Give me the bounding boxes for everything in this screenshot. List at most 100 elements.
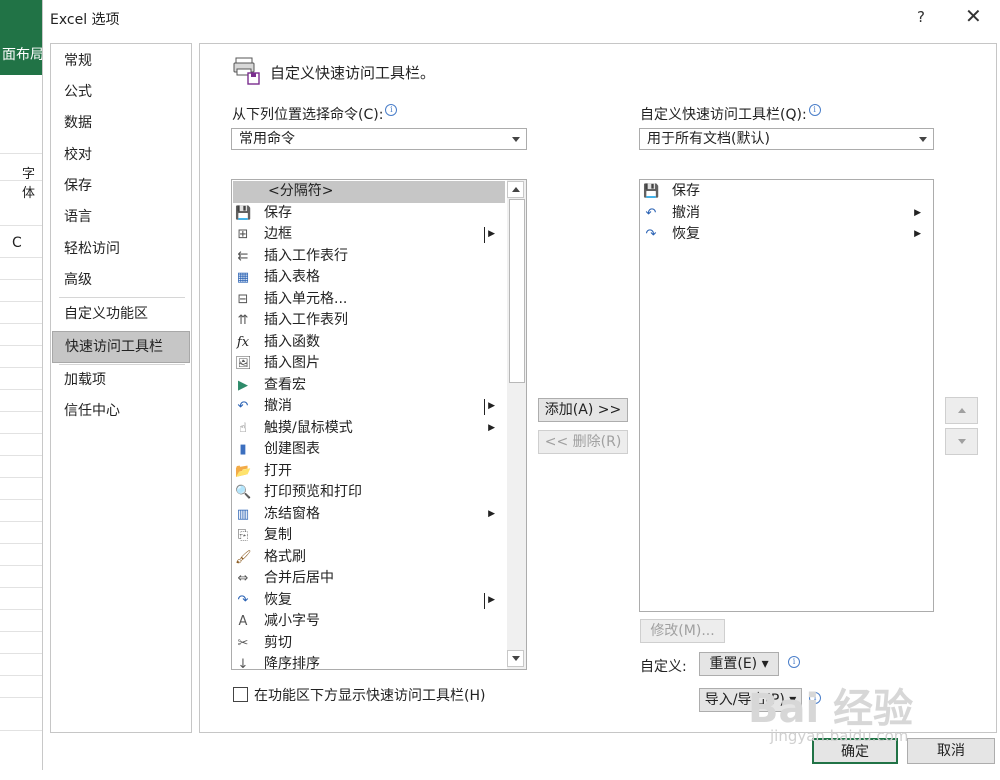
command-item[interactable]: ⊟ 插入单元格... <box>233 289 505 311</box>
command-item[interactable]: 🔍 打印预览和打印 <box>233 482 505 504</box>
commands-list-scrollbar[interactable] <box>507 180 526 669</box>
insert-table-icon: ▦ <box>236 270 250 285</box>
save-icon: 💾 <box>643 184 660 199</box>
move-up-button[interactable] <box>945 397 978 424</box>
command-item-label: 打印预览和打印 <box>264 484 362 500</box>
submenu-arrow-icon: ▶ <box>914 229 921 239</box>
qat-item[interactable]: ↶ 撤消 ▶ <box>641 203 931 225</box>
qat-item[interactable]: 💾 保存 <box>641 181 931 203</box>
qat-commands-list[interactable]: 💾 保存 ↶ 撤消 ▶ ↷ 恢复 ▶ <box>639 179 934 612</box>
command-item[interactable]: fx 插入函数 <box>233 332 505 354</box>
command-item[interactable]: ⎘ 复制 <box>233 525 505 547</box>
choose-commands-label: 从下列位置选择命令(C): i <box>232 104 398 124</box>
qat-settings-icon <box>233 55 261 85</box>
nav-separator <box>59 297 185 298</box>
chevron-down-icon <box>512 137 520 142</box>
command-item[interactable]: ▮ 创建图表 <box>233 439 505 461</box>
command-item[interactable]: ↷ 恢复 ▶ <box>233 590 505 612</box>
move-down-button[interactable] <box>945 428 978 455</box>
modify-button[interactable]: 修改(M)... <box>640 619 725 643</box>
print-preview-icon: 🔍 <box>235 485 252 500</box>
customize-qat-dropdown[interactable]: 用于所有文档(默认) <box>639 128 934 150</box>
worksheet-background: 字体 C <box>0 75 44 755</box>
qat-item-label: 撤消 <box>672 204 700 221</box>
command-item-label: 创建图表 <box>264 441 320 457</box>
nav-item-proofing[interactable]: 校对 <box>52 141 190 170</box>
cut-icon: ✂ <box>237 635 249 651</box>
reset-button[interactable]: 重置(E) ▾ <box>699 652 779 676</box>
nav-item-trust-center[interactable]: 信任中心 <box>52 397 190 426</box>
commands-list[interactable]: <分隔符> 💾 保存 ⊞ 边框 ▶ ⇇ 插入工作表行 ▦ 插入表格 ⊟ 插入单元格... ⇈ 插入工作表列… <box>231 179 527 670</box>
command-item[interactable]: ☝ 触摸/鼠标模式 ▶ <box>233 418 505 440</box>
info-icon[interactable]: i <box>788 656 800 668</box>
nav-item-accessibility[interactable]: 轻松访问 <box>52 235 190 264</box>
command-item-label: 撤消 <box>264 398 292 414</box>
command-item[interactable]: ✂ 剪切 <box>233 633 505 655</box>
remove-button[interactable]: << 删除(R) <box>538 430 628 454</box>
command-item[interactable]: ▥ 冻结窗格 ▶ <box>233 504 505 526</box>
command-item[interactable]: ⇇ 插入工作表行 <box>233 246 505 268</box>
command-item-label: 打开 <box>264 462 292 479</box>
add-button[interactable]: 添加(A) >> <box>538 398 628 422</box>
qat-item[interactable]: ↷ 恢复 ▶ <box>641 224 931 246</box>
command-item[interactable]: ⊞ 边框 ▶ <box>233 224 505 246</box>
scroll-thumb[interactable] <box>509 199 525 383</box>
command-item-label: <分隔符> <box>268 183 334 199</box>
chevron-down-icon <box>919 137 927 142</box>
options-nav: 常规 公式 数据 校对 保存 语言 轻松访问 高级 自定义功能区 快速访问工具栏… <box>50 43 192 733</box>
command-item[interactable]: ⇔ 合并后居中 <box>233 568 505 590</box>
command-item-label: 剪切 <box>264 634 292 651</box>
command-item[interactable]: ↶ 撤消 ▶ <box>233 396 505 418</box>
command-item[interactable]: ↓ 降序排序 <box>233 654 505 670</box>
picture-icon: 🖼 <box>235 356 252 371</box>
command-item[interactable]: <分隔符> <box>233 181 505 203</box>
show-below-ribbon-label[interactable]: 在功能区下方显示快速访问工具栏(H) <box>254 685 485 705</box>
nav-separator <box>59 364 185 365</box>
info-icon[interactable]: i <box>385 104 398 116</box>
submenu-divider <box>484 399 485 415</box>
scroll-up-arrow[interactable] <box>507 181 524 198</box>
command-item[interactable]: A 减小字号 <box>233 611 505 633</box>
show-below-ribbon-checkbox[interactable] <box>233 687 248 702</box>
command-item[interactable]: 💾 保存 <box>233 203 505 225</box>
submenu-arrow-icon: ▶ <box>488 401 495 411</box>
command-item-label: 恢复 <box>264 591 292 608</box>
command-item[interactable]: ▶ 查看宏 <box>233 375 505 397</box>
command-item-label: 触摸/鼠标模式 <box>264 419 353 436</box>
ribbon-tab-page-layout[interactable]: 面布局 <box>2 44 44 64</box>
command-item-label: 插入函数 <box>264 333 320 350</box>
command-item[interactable]: ⇈ 插入工作表列 <box>233 310 505 332</box>
command-item-label: 保存 <box>264 204 292 221</box>
nav-item-advanced[interactable]: 高级 <box>52 266 190 295</box>
command-item[interactable]: 🖼 插入图片 <box>233 353 505 375</box>
command-item-label: 插入工作表列 <box>264 312 348 328</box>
watermark-url: jingyan.baidu.com <box>770 727 909 745</box>
ribbon-group-font-label: 字体 <box>22 167 36 201</box>
command-item[interactable]: 📂 打开 <box>233 461 505 483</box>
submenu-arrow-icon: ▶ <box>488 508 495 519</box>
command-item[interactable]: 🖌 格式刷 <box>233 547 505 569</box>
decrease-font-icon: A <box>238 614 248 629</box>
nav-item-general[interactable]: 常规 <box>52 47 190 76</box>
close-button[interactable]: ✕ <box>965 4 982 28</box>
submenu-arrow-icon: ▶ <box>488 594 495 605</box>
nav-item-save[interactable]: 保存 <box>52 172 190 201</box>
nav-item-formulas[interactable]: 公式 <box>52 78 190 107</box>
scroll-down-arrow[interactable] <box>507 650 524 667</box>
undo-icon: ↶ <box>237 399 249 414</box>
command-item[interactable]: ▦ 插入表格 <box>233 267 505 289</box>
help-button[interactable]: ? <box>917 8 925 26</box>
nav-item-data[interactable]: 数据 <box>52 109 190 138</box>
nav-item-add-ins[interactable]: 加载项 <box>52 366 190 395</box>
cancel-button[interactable]: 取消 <box>907 738 995 764</box>
nav-item-quick-access-toolbar[interactable]: 快速访问工具栏 <box>52 331 190 363</box>
info-icon[interactable]: i <box>808 104 821 116</box>
insert-row-icon: ⇇ <box>237 248 249 264</box>
column-header-c[interactable]: C <box>12 235 22 251</box>
nav-item-language[interactable]: 语言 <box>52 203 190 232</box>
command-item-label: 降序排序 <box>264 656 320 670</box>
nav-item-customize-ribbon[interactable]: 自定义功能区 <box>52 300 190 329</box>
submenu-arrow-icon: ▶ <box>488 229 495 239</box>
command-item-label: 查看宏 <box>264 376 306 393</box>
choose-commands-dropdown[interactable]: 常用命令 <box>231 128 527 150</box>
